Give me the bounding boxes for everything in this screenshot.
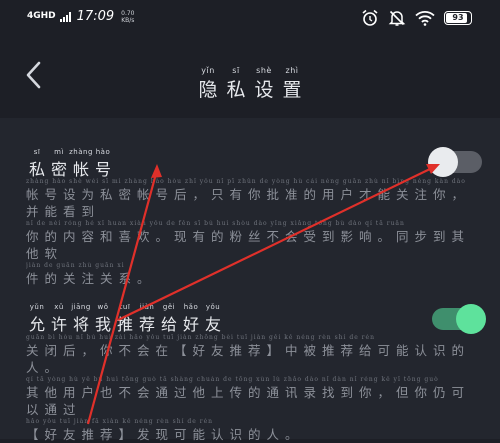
hanzi: 荐 — [138, 315, 155, 334]
pinyin: tuī — [119, 303, 131, 311]
ruby-char: tuī 推 — [114, 303, 136, 335]
ruby-char: sī 私 — [26, 148, 48, 180]
toggle-knob — [428, 147, 458, 177]
hanzi: 推 — [116, 315, 133, 334]
desc-text: 关闭后，你不会在【好友推荐】中被推荐给可能认识的人。 — [26, 343, 471, 375]
private-account-toggle[interactable] — [428, 147, 482, 177]
desc-text: 【好友推荐】发现可能认识的人。 — [26, 427, 304, 442]
hanzi: 将 — [72, 315, 89, 334]
hanzi: 私 — [226, 79, 246, 101]
network-type: 4GHD — [27, 11, 56, 21]
ruby-char: hào 号 — [92, 148, 114, 180]
pinyin: yǔn — [29, 303, 45, 311]
hanzi: 隐 — [198, 79, 218, 101]
ruby-char: gěi 给 — [158, 303, 180, 335]
hanzi: 我 — [94, 315, 111, 334]
desc-text: 件的关注关系。 — [26, 271, 156, 286]
battery-icon: 93 — [444, 11, 472, 25]
private-account-title: sī 私 mì 密 zhàng 帐 hào 号 — [26, 148, 114, 180]
hanzi: 设 — [254, 79, 274, 101]
hanzi: 密 — [50, 160, 67, 179]
pinyin: mì — [54, 148, 64, 156]
network-speed: 0.70 KB/s — [121, 10, 134, 24]
ruby-char: zhì 置 — [278, 66, 306, 102]
desc-pinyin: hǎo yǒu tuī jiàn fā xiàn kě néng rèn shí… — [26, 418, 213, 425]
hanzi: 私 — [28, 160, 45, 179]
hanzi: 号 — [94, 160, 111, 179]
private-account-description: zhàng hào shè wéi sī mì zhàng hào hòu zh… — [26, 178, 476, 287]
pinyin: sī — [232, 66, 240, 75]
hanzi: 帐 — [72, 160, 89, 179]
mute-bell-icon — [388, 9, 406, 27]
pinyin: zhì — [285, 66, 299, 75]
hanzi: 许 — [50, 315, 67, 334]
pinyin: yǒu — [205, 303, 221, 311]
pinyin: yǐn — [201, 66, 215, 75]
signal-icon — [59, 11, 71, 22]
battery-percent: 93 — [452, 13, 464, 22]
hanzi: 置 — [282, 79, 302, 101]
ruby-char: yǒu 友 — [202, 303, 224, 335]
desc-text: 帐号设为私密帐号后，只有你批准的用户才能关注你，并能看到 — [26, 187, 471, 219]
ruby-char: wǒ 我 — [92, 303, 114, 335]
pinyin: hǎo — [183, 303, 199, 311]
speed-value: 0.70 — [121, 9, 135, 17]
hanzi: 好 — [182, 315, 199, 334]
pinyin: wǒ — [97, 303, 109, 311]
hanzi: 友 — [204, 315, 221, 334]
pinyin: jiàn — [139, 303, 155, 311]
desc-pinyin: qí tā yòng hù yě bú huì tōng guò tā shàn… — [26, 376, 439, 383]
recommend-to-friends-title: yǔn 允 xǔ 许 jiāng 将 wǒ 我 tuī 推 jiàn 荐 gěi 给 hǎo 好 yǒu 友 — [26, 303, 224, 335]
pinyin: gěi — [162, 303, 176, 311]
ruby-char: jiāng 将 — [70, 303, 92, 335]
pinyin: xǔ — [54, 303, 64, 311]
ruby-char: hǎo 好 — [180, 303, 202, 335]
recommend-to-friends-toggle[interactable] — [432, 304, 486, 334]
hanzi: 允 — [28, 315, 45, 334]
pinyin: hào — [95, 148, 111, 156]
desc-pinyin: zhàng hào shè wéi sī mì zhàng hào hòu zh… — [26, 178, 466, 185]
hanzi: 给 — [160, 315, 177, 334]
speed-unit: KB/s — [121, 16, 135, 24]
desc-pinyin: nǐ de nèi róng hé xǐ huan xiàn yǒu de fě… — [26, 220, 405, 227]
ruby-char: jiàn 荐 — [136, 303, 158, 335]
desc-text: 你的内容和喜欢。现有的粉丝不会受到影响。同步到其他软 — [26, 229, 471, 261]
desc-pinyin: jiàn de guān zhù guān xì — [26, 262, 125, 269]
pinyin: shè — [256, 66, 272, 75]
pinyin: sī — [33, 148, 41, 156]
pinyin: zhàng — [69, 148, 93, 156]
alarm-icon — [361, 9, 379, 27]
status-bar: 4GHD 17:09 0.70 KB/s 93 — [0, 0, 500, 40]
clock: 17:09 — [76, 9, 115, 24]
pinyin: jiāng — [71, 303, 91, 311]
ruby-char: yǐn 隐 — [194, 66, 222, 102]
recommend-to-friends-description: guān bì hòu nǐ bú huì zài hǎo yǒu tuī ji… — [26, 334, 476, 443]
ruby-char: sī 私 — [222, 66, 250, 102]
desc-text: 其他用户也不会通过他上传的通讯录找到你，但你仍可以通过 — [26, 385, 471, 417]
page-title: yǐn 隐 sī 私 shè 设 zhì 置 — [0, 58, 500, 102]
ruby-char: xǔ 许 — [48, 303, 70, 335]
desc-pinyin: guān bì hòu nǐ bú huì zài hǎo yǒu tuī ji… — [26, 334, 375, 341]
wifi-icon — [415, 10, 435, 26]
ruby-char: shè 设 — [250, 66, 278, 102]
ruby-char: zhàng 帐 — [69, 148, 93, 180]
toggle-knob — [456, 304, 486, 334]
ruby-char: mì 密 — [48, 148, 70, 180]
ruby-char: yǔn 允 — [26, 303, 48, 335]
